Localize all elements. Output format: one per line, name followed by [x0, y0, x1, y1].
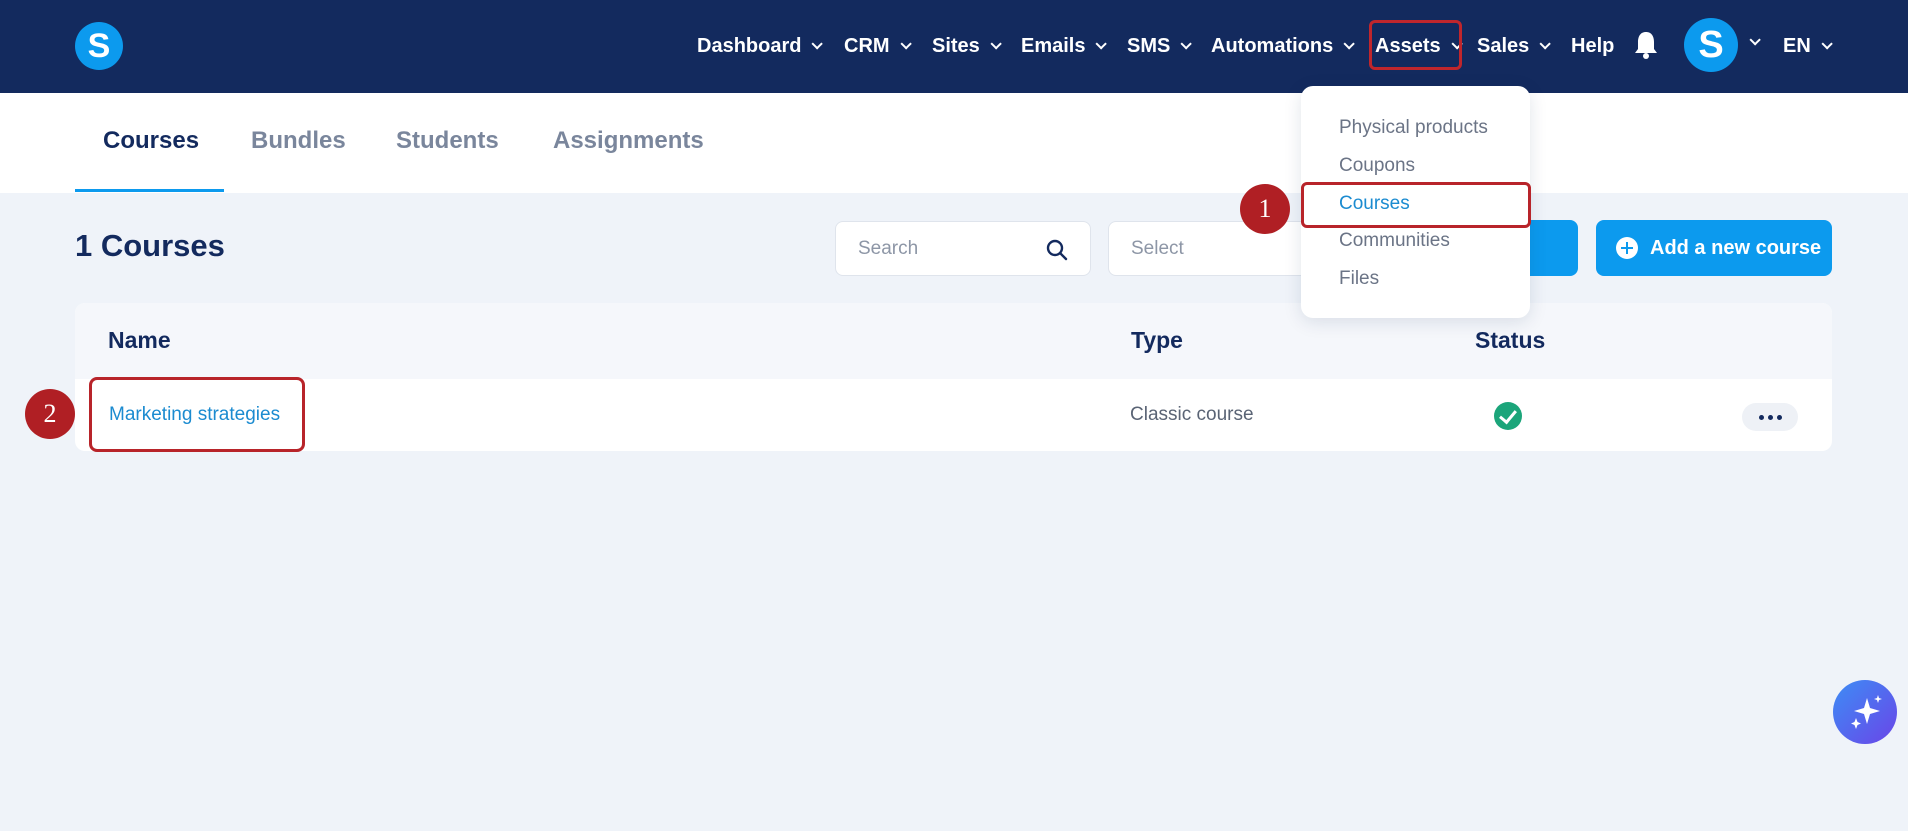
tab-assignments[interactable]: Assignments	[553, 127, 704, 155]
column-header-name: Name	[108, 327, 171, 353]
language-selector[interactable]: EN	[1783, 29, 1833, 63]
active-tab-indicator	[75, 189, 224, 192]
tab-students[interactable]: Students	[396, 127, 499, 155]
bell-icon[interactable]	[1633, 30, 1659, 60]
nav-crm-label: CRM	[844, 34, 890, 57]
nav-sales[interactable]: Sales	[1477, 29, 1552, 63]
chevron-down-icon	[990, 38, 1002, 50]
add-course-label: Add a new course	[1650, 236, 1822, 259]
search-box	[835, 221, 1091, 276]
nav-help[interactable]: Help	[1571, 29, 1614, 63]
dot	[1758, 414, 1764, 420]
nav-sms-label: SMS	[1127, 34, 1171, 57]
course-type: Classic course	[1130, 404, 1254, 425]
menu-item-communities[interactable]: Communities	[1339, 230, 1450, 252]
menu-item-coupons[interactable]: Coupons	[1339, 155, 1415, 177]
chevron-down-icon[interactable]	[1749, 34, 1761, 46]
plus-circle-icon	[1616, 237, 1638, 259]
nav-sales-label: Sales	[1477, 34, 1530, 57]
chevron-down-icon	[1095, 38, 1108, 50]
nav-crm[interactable]: CRM	[844, 29, 912, 63]
step-marker-1: 1	[1240, 184, 1290, 234]
chevron-down-icon	[1821, 38, 1833, 50]
select-placeholder: Select	[1131, 238, 1184, 259]
chevron-down-icon	[1180, 38, 1193, 50]
nav-emails-label: Emails	[1021, 34, 1086, 57]
check-circle-icon	[1494, 402, 1522, 430]
logo[interactable]: S	[75, 22, 123, 70]
menu-item-files[interactable]: Files	[1339, 268, 1379, 290]
avatar[interactable]: S	[1684, 18, 1738, 72]
courses-table: Name Type Status Marketing strategies Cl…	[75, 303, 1832, 451]
section-tabs: Courses Bundles Students Assignments	[0, 93, 1908, 193]
language-label: EN	[1783, 34, 1811, 57]
sparkle-icon	[1851, 695, 1882, 729]
nav-automations[interactable]: Automations	[1211, 29, 1355, 63]
column-header-type: Type	[1131, 327, 1183, 353]
chevron-down-icon	[1343, 38, 1355, 50]
search-input[interactable]	[858, 236, 1038, 262]
nav-sms[interactable]: SMS	[1127, 29, 1193, 63]
dot	[1767, 414, 1773, 420]
nav-sites[interactable]: Sites	[932, 29, 1002, 63]
step-marker-2: 2	[25, 389, 75, 439]
column-header-status: Status	[1475, 327, 1546, 353]
search-icon[interactable]	[1046, 239, 1068, 261]
assets-highlight-box	[1369, 20, 1462, 70]
more-options-button[interactable]	[1742, 403, 1798, 431]
chevron-down-icon	[900, 38, 912, 50]
add-course-button[interactable]: Add a new course	[1596, 220, 1832, 276]
course-link-highlight-box	[89, 377, 305, 452]
chevron-down-icon	[811, 38, 824, 50]
nav-automations-label: Automations	[1211, 34, 1334, 57]
nav-sites-label: Sites	[932, 34, 980, 57]
tab-bundles[interactable]: Bundles	[251, 127, 346, 155]
top-navigation-bar: S Dashboard CRM Sites Emails SMS Automat…	[0, 0, 1908, 93]
menu-item-physical-products[interactable]: Physical products	[1339, 117, 1488, 139]
courses-menu-highlight-box	[1301, 182, 1531, 228]
nav-help-label: Help	[1571, 34, 1615, 57]
nav-dashboard-label: Dashboard	[697, 34, 802, 57]
chevron-down-icon	[1539, 38, 1552, 50]
ai-assistant-button[interactable]	[1833, 680, 1897, 744]
nav-dashboard[interactable]: Dashboard	[697, 29, 824, 63]
table-header: Name Type Status	[75, 303, 1832, 379]
page-title: 1 Courses	[75, 228, 225, 263]
tab-courses[interactable]: Courses	[103, 127, 199, 155]
nav-emails[interactable]: Emails	[1021, 29, 1108, 63]
dot	[1776, 414, 1782, 420]
